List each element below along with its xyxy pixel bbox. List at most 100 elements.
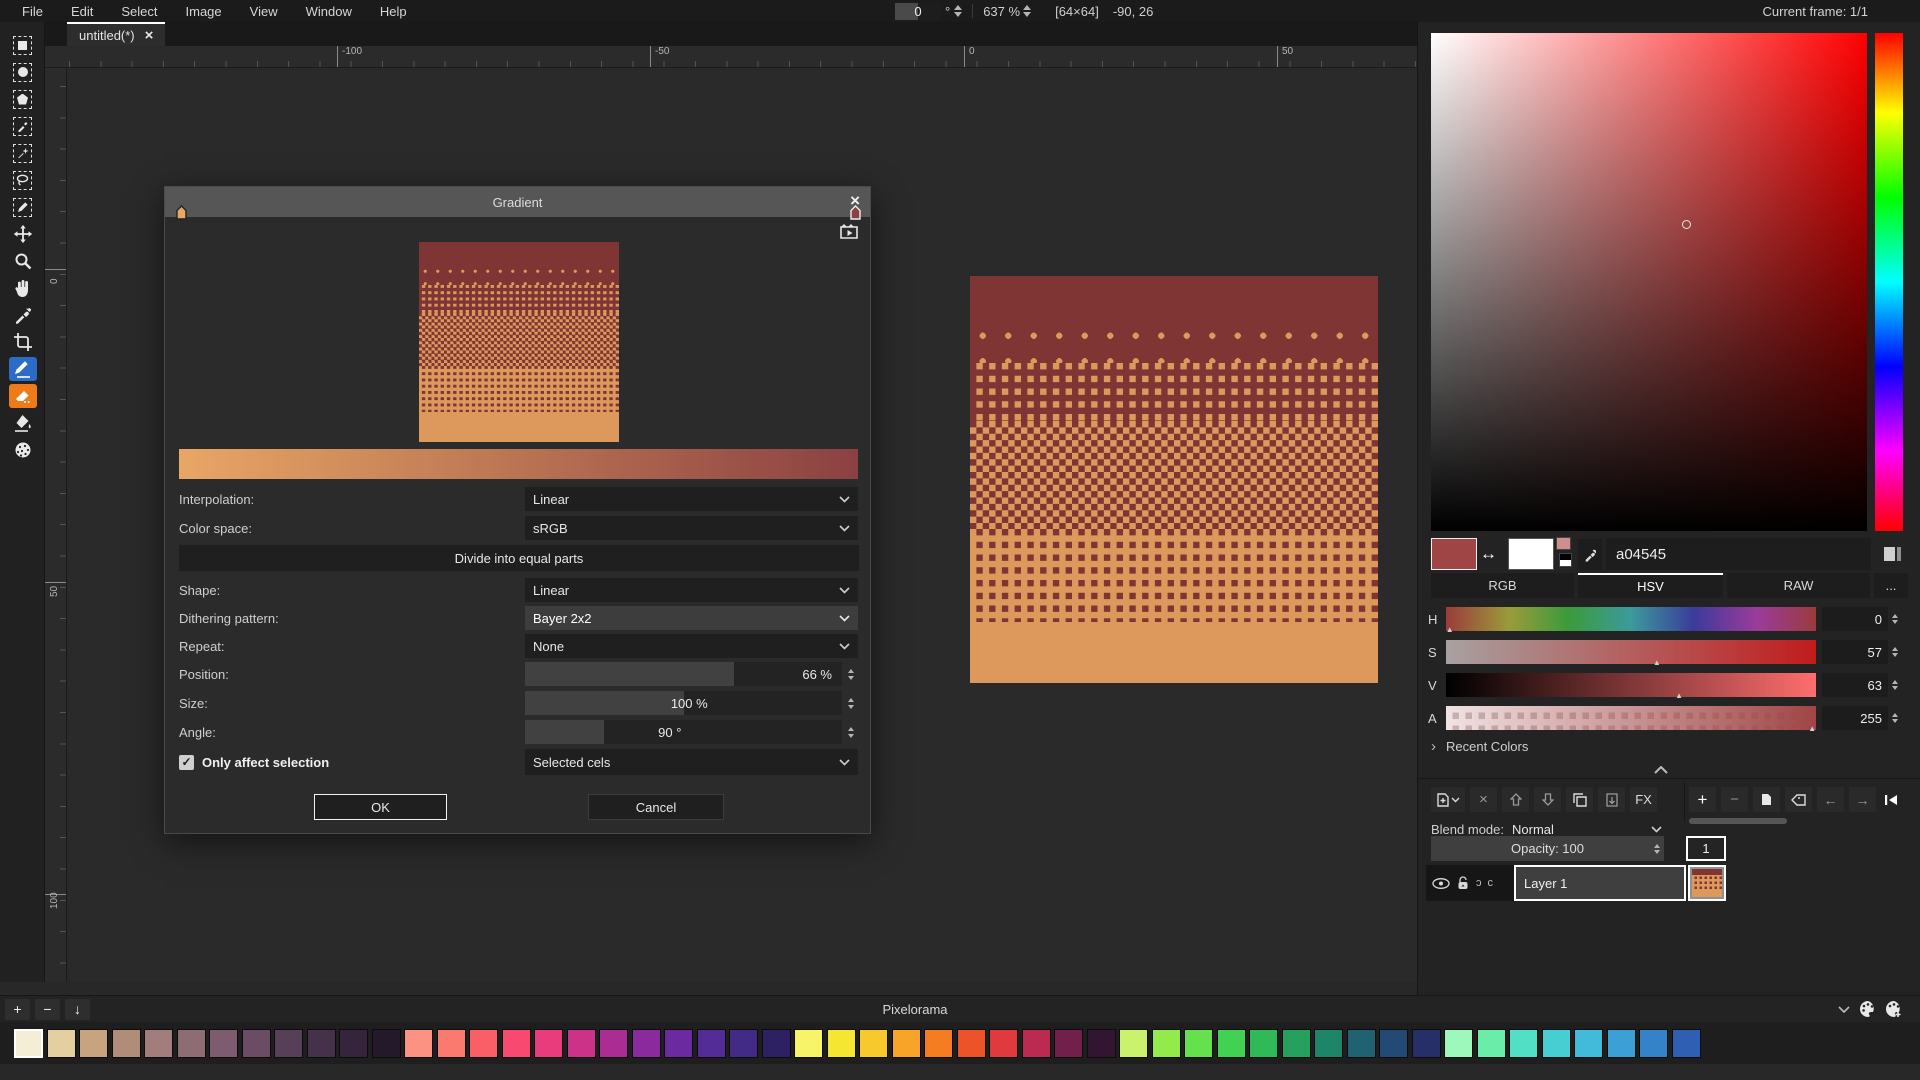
panel-collapse-icon[interactable] xyxy=(1654,762,1668,777)
opacity-spinner-icon[interactable] xyxy=(1654,844,1660,854)
menu-help[interactable]: Help xyxy=(368,4,419,19)
tool-color-select[interactable] xyxy=(9,114,37,138)
palette-swatch[interactable] xyxy=(892,1029,921,1058)
palette-swatch[interactable] xyxy=(1412,1029,1441,1058)
palette-swatch[interactable] xyxy=(502,1029,531,1058)
value-slider[interactable]: ▲ xyxy=(1446,673,1816,697)
palette-swatch[interactable] xyxy=(14,1029,43,1058)
value-spinner-icon[interactable] xyxy=(1892,680,1898,690)
size-slider[interactable]: 100 % xyxy=(525,691,842,715)
gradient-handle-right[interactable] xyxy=(850,205,861,220)
clone-frame-button[interactable] xyxy=(1753,787,1780,812)
menu-edit[interactable]: Edit xyxy=(59,4,105,19)
palette-swatch[interactable] xyxy=(469,1029,498,1058)
palette-swatch[interactable] xyxy=(404,1029,433,1058)
palette-select[interactable]: Pixelorama xyxy=(0,1002,1830,1017)
palette-swatch[interactable] xyxy=(1217,1029,1246,1058)
cel-link-right-icon[interactable]: c xyxy=(1488,877,1494,889)
palette-swatch[interactable] xyxy=(534,1029,563,1058)
tool-color-picker[interactable] xyxy=(9,303,37,327)
tool-paint-select[interactable] xyxy=(9,195,37,219)
pixel-canvas[interactable] xyxy=(970,276,1378,683)
palette-swatch[interactable] xyxy=(1282,1029,1311,1058)
palette-swatch[interactable] xyxy=(79,1029,108,1058)
cel-link-left-icon[interactable]: ɔ xyxy=(1476,877,1482,889)
add-layer-button[interactable] xyxy=(1431,787,1465,812)
remove-frame-button[interactable]: − xyxy=(1721,787,1748,812)
palette-swatch[interactable] xyxy=(859,1029,888,1058)
interpolation-dropdown[interactable]: Linear xyxy=(525,487,858,511)
swap-colors-icon[interactable]: ↔ xyxy=(1480,544,1497,564)
palette-swatch[interactable] xyxy=(1639,1029,1668,1058)
hue-strip[interactable] xyxy=(1875,33,1903,531)
saturation-slider[interactable]: ▲ xyxy=(1446,640,1816,664)
rotation-spinbox[interactable]: 0 xyxy=(895,3,941,20)
palette-swatch[interactable] xyxy=(989,1029,1018,1058)
tool-crop[interactable] xyxy=(9,330,37,354)
palette-swatch[interactable] xyxy=(1477,1029,1506,1058)
new-palette-icon[interactable] xyxy=(1884,999,1904,1019)
tool-rectangle-select[interactable] xyxy=(9,33,37,57)
color-square-picker[interactable] xyxy=(1431,33,1867,531)
alpha-slider[interactable]: ▲ xyxy=(1446,706,1816,730)
palette-swatch[interactable] xyxy=(1444,1029,1473,1058)
palette-swatch[interactable] xyxy=(437,1029,466,1058)
palette-swatch[interactable] xyxy=(794,1029,823,1058)
tool-shading[interactable] xyxy=(9,438,37,462)
ok-button[interactable]: OK xyxy=(314,794,447,820)
recent-colors-header[interactable]: › Recent Colors xyxy=(1431,738,1528,755)
hex-color-input[interactable]: a04545 xyxy=(1606,538,1871,570)
tab-hsv[interactable]: HSV xyxy=(1578,573,1723,598)
opacity-slider[interactable]: Opacity: 100 xyxy=(1431,836,1664,861)
tab-untitled[interactable]: untitled(*) × xyxy=(67,22,165,46)
cancel-button[interactable]: Cancel xyxy=(588,794,724,820)
angle-spinner-icon[interactable] xyxy=(843,720,858,744)
palette-swatch[interactable] xyxy=(1607,1029,1636,1058)
palette-swatch[interactable] xyxy=(1087,1029,1116,1058)
palette-swatch[interactable] xyxy=(1022,1029,1051,1058)
vertical-ruler[interactable]: 0 50 100 xyxy=(45,68,67,982)
palette-swatch[interactable] xyxy=(339,1029,368,1058)
palette-swatch[interactable] xyxy=(664,1029,693,1058)
tool-bucket[interactable] xyxy=(9,411,37,435)
blend-mode-dropdown[interactable]: Normal xyxy=(1512,822,1662,837)
cels-dropdown[interactable]: Selected cels xyxy=(525,749,858,775)
zoom-spinner-icon[interactable] xyxy=(1023,5,1031,17)
only-affect-selection-checkbox[interactable]: ✓ xyxy=(179,755,194,770)
palette-swatch[interactable] xyxy=(1542,1029,1571,1058)
palette-swatch[interactable] xyxy=(209,1029,238,1058)
tab-raw[interactable]: RAW xyxy=(1727,573,1870,598)
palette-swatch[interactable] xyxy=(599,1029,628,1058)
palette-swatch[interactable] xyxy=(924,1029,953,1058)
add-frame-button[interactable]: + xyxy=(1689,787,1716,812)
mini-left-color[interactable] xyxy=(1556,537,1571,550)
palette-swatch[interactable] xyxy=(144,1029,173,1058)
tag-button[interactable] xyxy=(1785,787,1812,812)
menu-image[interactable]: Image xyxy=(174,4,234,19)
angle-slider[interactable]: 90 ° xyxy=(525,720,842,744)
animate-icon[interactable] xyxy=(840,223,858,242)
layer-fx-button[interactable]: FX xyxy=(1630,787,1657,812)
go-to-first-frame-button[interactable] xyxy=(1878,787,1905,812)
palette-swatch[interactable] xyxy=(274,1029,303,1058)
palette-swatch[interactable] xyxy=(827,1029,856,1058)
palette-swatch[interactable] xyxy=(729,1029,758,1058)
zoom-level[interactable]: 637 % xyxy=(983,4,1020,19)
menu-select[interactable]: Select xyxy=(109,4,169,19)
palette-select-chevron-icon[interactable] xyxy=(1838,1006,1850,1014)
palette-swatch[interactable] xyxy=(372,1029,401,1058)
tab-more[interactable]: ... xyxy=(1874,573,1908,598)
tab-close-icon[interactable]: × xyxy=(145,28,154,43)
palette-swatch[interactable] xyxy=(47,1029,76,1058)
palette-swatch[interactable] xyxy=(112,1029,141,1058)
palette-swatch[interactable] xyxy=(242,1029,271,1058)
layer-visibility-icon[interactable] xyxy=(1432,878,1450,889)
divide-equal-parts-button[interactable]: Divide into equal parts xyxy=(179,545,859,571)
horizontal-ruler[interactable]: -100 -50 0 50 xyxy=(45,46,1417,68)
menu-window[interactable]: Window xyxy=(294,4,364,19)
palette-swatch[interactable] xyxy=(567,1029,596,1058)
hue-spinner-icon[interactable] xyxy=(1892,614,1898,624)
palette-swatch[interactable] xyxy=(1152,1029,1181,1058)
palette-swatch[interactable] xyxy=(307,1029,336,1058)
value-value[interactable]: 63 xyxy=(1822,673,1888,697)
